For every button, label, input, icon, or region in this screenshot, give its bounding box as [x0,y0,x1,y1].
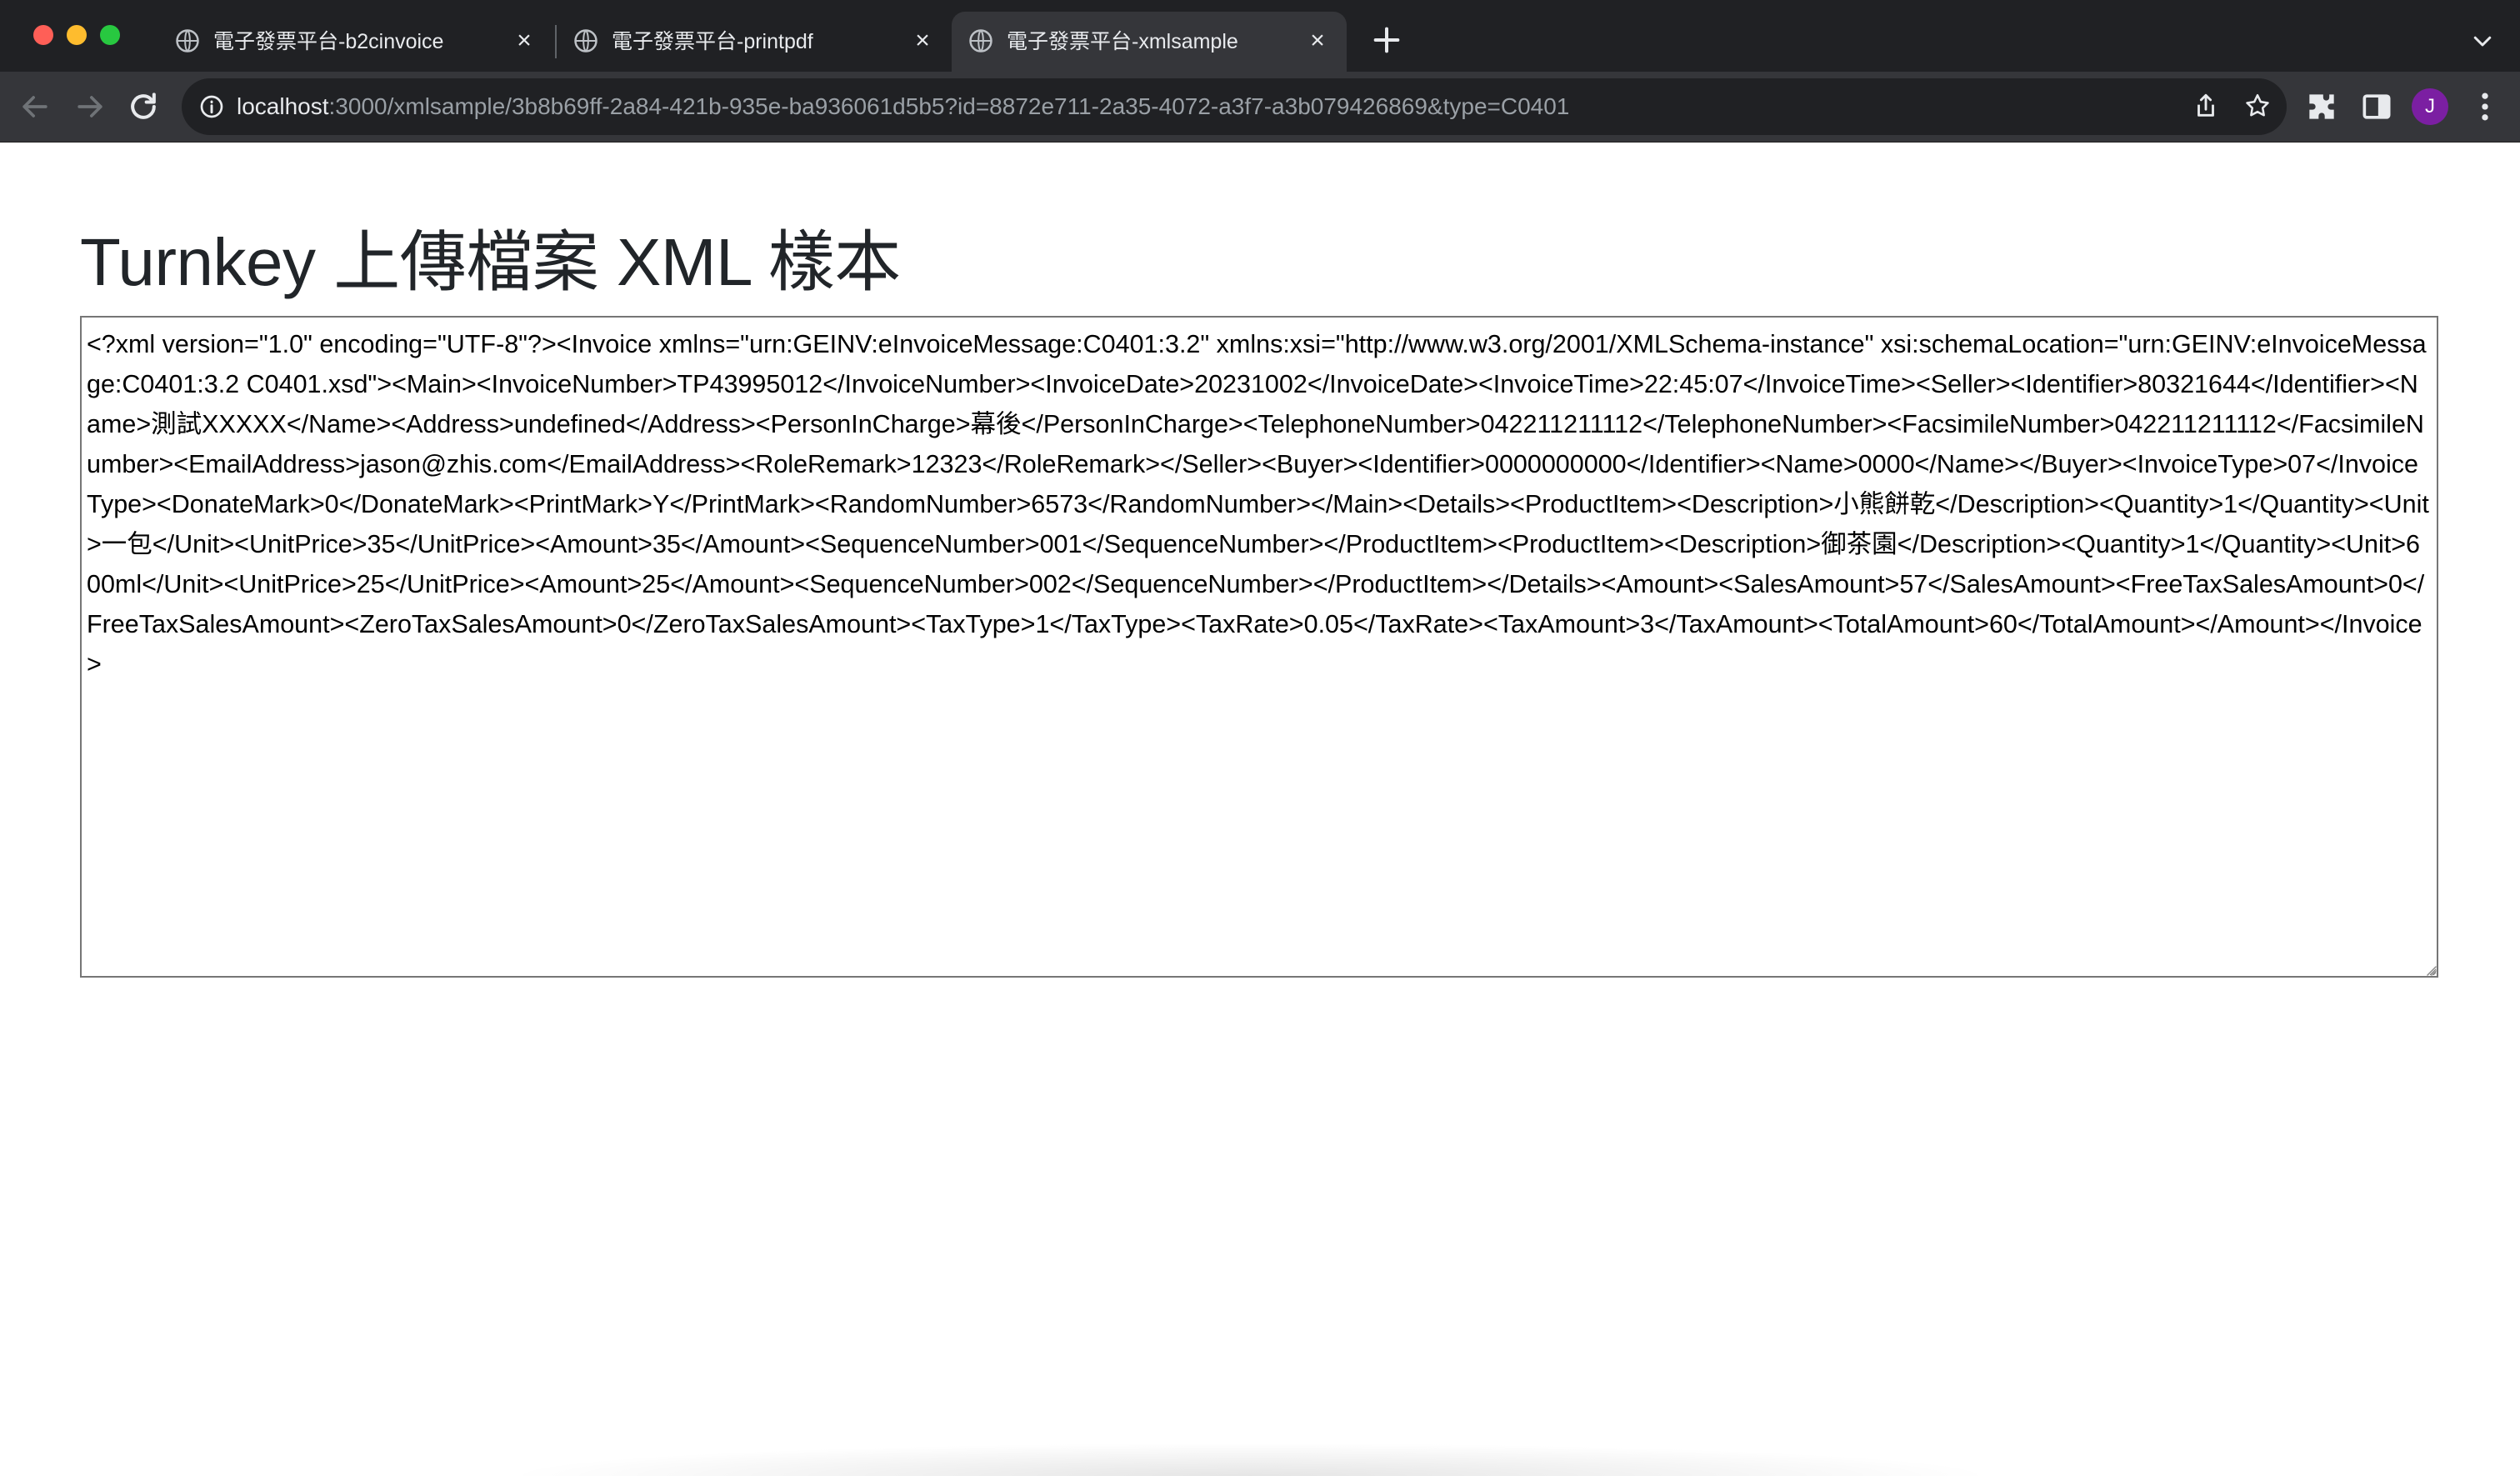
tab-close-icon[interactable]: × [1307,28,1328,53]
more-menu-kebab-icon[interactable] [2467,88,2503,125]
browser-tab-b2cinvoice[interactable]: 電子發票平台-b2cinvoice × [158,12,553,72]
profile-avatar[interactable]: J [2412,88,2448,125]
globe-icon [574,29,598,53]
bookmark-star-icon[interactable] [2243,92,2272,120]
address-bar[interactable]: localhost:3000/xmlsample/3b8b69ff-2a84-4… [182,78,2287,135]
back-arrow-icon[interactable] [17,88,53,125]
extensions-puzzle-icon[interactable] [2303,88,2340,125]
tab-close-icon[interactable]: × [912,28,933,53]
tab-search-chevron-icon[interactable] [2470,28,2495,53]
tab-title: 電子發票平台-xmlsample [1007,30,1238,53]
page-content: Turnkey 上傳檔案 XML 樣本 <?xml version="1.0" … [0,143,2520,1476]
new-tab-plus-icon[interactable] [1370,23,1403,57]
reload-icon[interactable] [125,88,162,125]
globe-icon [176,29,199,53]
site-info-icon[interactable] [198,93,225,120]
window-minimize-button[interactable] [67,25,87,45]
forward-arrow-icon[interactable] [72,88,108,125]
browser-tab-printpdf[interactable]: 電子發票平台-printpdf × [557,12,952,72]
window-close-button[interactable] [33,25,53,45]
tab-title: 電子發票平台-printpdf [612,30,813,53]
xml-sample-textarea[interactable]: <?xml version="1.0" encoding="UTF-8"?><I… [80,316,2438,978]
window-edge-shadow [500,1443,2000,1476]
resize-grip-icon[interactable] [2423,963,2437,976]
side-panel-icon[interactable] [2358,88,2395,125]
url-path: :3000/xmlsample/3b8b69ff-2a84-421b-935e-… [328,93,1570,119]
page-title: Turnkey 上傳檔案 XML 樣本 [80,225,901,299]
browser-tab-strip: 電子發票平台-b2cinvoice × 電子發票平台-printpdf × 電子… [0,0,2520,72]
share-icon[interactable] [2192,92,2220,120]
url-text[interactable]: localhost:3000/xmlsample/3b8b69ff-2a84-4… [237,93,1569,121]
tab-title: 電子發票平台-b2cinvoice [213,30,444,53]
window-zoom-button[interactable] [100,25,120,45]
tab-close-icon[interactable]: × [513,28,535,53]
url-host: localhost [237,93,329,119]
browser-tab-xmlsample[interactable]: 電子發票平台-xmlsample × [952,12,1347,72]
browser-toolbar: localhost:3000/xmlsample/3b8b69ff-2a84-4… [0,72,2520,143]
globe-icon [969,29,992,53]
